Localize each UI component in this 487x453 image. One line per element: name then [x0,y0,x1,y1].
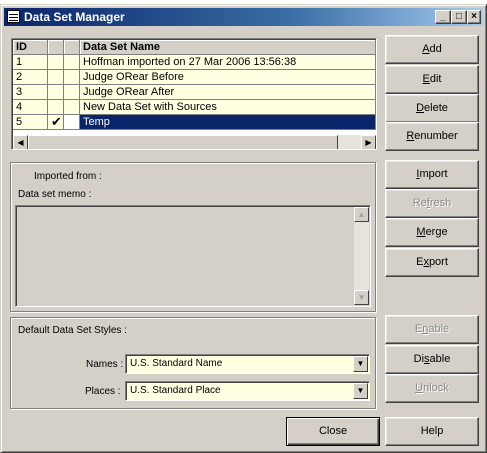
scroll-up-icon[interactable]: ▲ [354,207,369,222]
help-button[interactable]: Help [385,417,479,446]
edit-mnemonic: E [422,73,430,85]
table-icon [7,10,20,23]
window-title: Data Set Manager [24,10,125,24]
add-mnemonic: A [422,43,430,55]
close-icon[interactable]: × [467,10,481,24]
close-button[interactable]: Close [286,417,380,446]
minimize-icon[interactable]: _ [435,10,451,24]
row-check [48,55,64,70]
row-blank [64,70,80,85]
table-row[interactable]: 3 Judge ORear After [13,85,376,100]
renumber-button[interactable]: Renumber [385,122,479,151]
row-name: Temp [80,115,376,130]
disable-label: able [429,353,451,365]
names-style-select[interactable]: U.S. Standard Name ▼ [125,354,370,374]
memo-textarea[interactable]: ▲ ▼ [15,205,371,307]
chevron-down-icon[interactable]: ▼ [353,356,368,372]
row-blank [64,115,80,130]
imported-from-label: Imported from : [34,171,102,182]
row-check [48,100,64,115]
delete-label: elete [424,102,448,114]
row-id: 5 [13,115,48,130]
edit-button[interactable]: Edit [385,65,479,94]
enable-button[interactable]: Enable [385,315,479,344]
refresh-button[interactable]: Refresh [385,189,479,218]
delete-button[interactable]: Delete [385,94,479,123]
refresh-pre: Re [412,197,427,209]
maximize-icon[interactable]: □ [451,10,467,24]
table-row[interactable]: 1 Hoffman imported on 27 Mar 2006 13:56:… [13,55,376,70]
horizontal-scrollbar[interactable]: ◀ ▶ [13,135,376,149]
export-label: port [428,256,448,268]
title-bar[interactable]: Data Set Manager _ □ × [4,8,483,26]
disable-pre: Di [413,353,425,365]
row-blank [64,100,80,115]
merge-button[interactable]: Merge [385,218,479,247]
header-data-set-name[interactable]: Data Set Name [80,40,376,55]
row-id: 3 [13,85,48,100]
scroll-right-icon[interactable]: ▶ [361,135,376,149]
export-button[interactable]: Export [385,248,479,277]
header-id[interactable]: ID [13,40,48,55]
row-name: New Data Set with Sources [80,100,376,115]
import-button[interactable]: Import [385,160,479,189]
names-label: Names : [86,359,124,370]
refresh-label: resh [429,197,452,209]
row-blank [64,85,80,100]
import-label: mport [419,168,448,180]
row-name: Judge ORear After [80,85,376,100]
enable-label: able [428,323,450,335]
add-button[interactable]: Add [385,35,479,64]
row-id: 4 [13,100,48,115]
row-check [48,85,64,100]
unlock-label: nlock [423,382,449,394]
unlock-mnemonic: U [415,382,424,394]
delete-mnemonic: D [416,102,425,114]
row-blank [64,55,80,70]
scroll-down-icon[interactable]: ▼ [354,290,369,305]
add-label: dd [429,43,442,55]
places-style-select[interactable]: U.S. Standard Place ▼ [125,381,370,401]
header-col3[interactable] [64,40,80,55]
names-style-value: U.S. Standard Name [130,358,223,369]
places-label: Places : [85,386,121,397]
table-row-selected[interactable]: 5 ✔ Temp [13,115,376,130]
chevron-down-icon[interactable]: ▼ [353,383,368,399]
row-id: 1 [13,55,48,70]
row-id: 2 [13,70,48,85]
merge-label: erge [425,226,448,238]
renumber-label: enumber [414,130,458,142]
merge-mnemonic: M [416,226,426,238]
memo-vertical-scrollbar[interactable]: ▲ ▼ [354,207,369,305]
scroll-left-icon[interactable]: ◀ [13,135,28,149]
scroll-thumb[interactable] [28,135,338,149]
check-icon: ✔ [48,115,64,130]
row-check [48,70,64,85]
data-set-manager-window: Data Set Manager _ □ × ID Data Set Name … [0,4,487,453]
header-col2[interactable] [48,40,64,55]
memo-label: Data set memo : [18,189,92,200]
edit-label: dit [429,73,442,85]
table-row[interactable]: 2 Judge ORear Before [13,70,376,85]
disable-button[interactable]: Disable [385,345,479,374]
grid-header-row: ID Data Set Name [13,40,376,55]
table-row[interactable]: 4 New Data Set with Sources [13,100,376,115]
places-style-value: U.S. Standard Place [130,385,221,396]
row-name: Hoffman imported on 27 Mar 2006 13:56:38 [80,55,376,70]
styles-heading: Default Data Set Styles : [18,325,127,336]
row-name: Judge ORear Before [80,70,376,85]
data-set-grid[interactable]: ID Data Set Name 1 Hoffman imported on 2… [11,38,377,150]
unlock-button[interactable]: Unlock [385,374,479,403]
